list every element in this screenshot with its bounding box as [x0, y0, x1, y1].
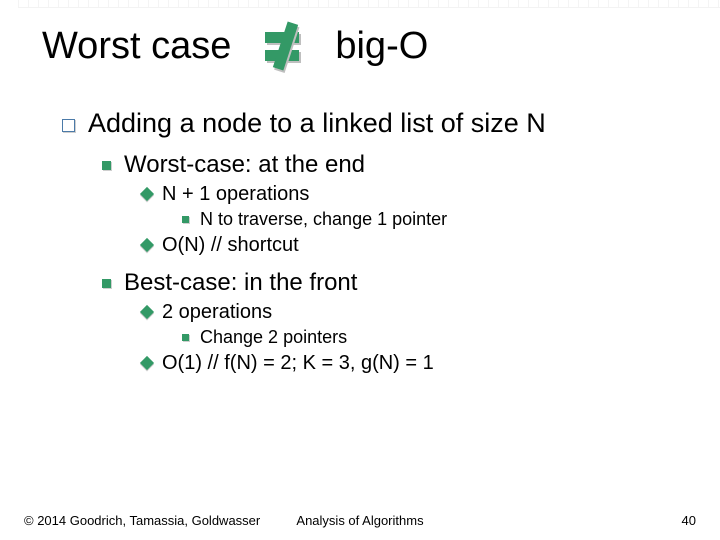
- slide: Worst case big-O Adding a node to a link…: [0, 0, 720, 540]
- bullet-level-3: O(N) // shortcut: [142, 234, 690, 257]
- text: Adding a node to a linked list of size N: [88, 108, 546, 138]
- text: N to traverse, change 1 pointer: [200, 209, 447, 229]
- mini-square-bullet-icon: [182, 216, 189, 223]
- bullet-level-4: N to traverse, change 1 pointer: [182, 209, 690, 230]
- diamond-bullet-icon: [140, 305, 154, 319]
- bullet-level-3: N + 1 operations: [142, 183, 690, 206]
- footer-copyright: © 2014 Goodrich, Tamassia, Goldwasser: [24, 513, 260, 528]
- diamond-bullet-icon: [140, 356, 154, 370]
- diamond-bullet-icon: [140, 187, 154, 201]
- bullet-level-2: Worst-case: at the end: [102, 151, 690, 179]
- text: O(N) // shortcut: [162, 234, 299, 256]
- square-bullet-icon: [102, 161, 111, 170]
- slide-footer: © 2014 Goodrich, Tamassia, Goldwasser An…: [24, 513, 696, 528]
- square-bullet-icon: [102, 279, 111, 288]
- slide-title: Worst case big-O: [42, 24, 428, 68]
- bullet-level-4: Change 2 pointers: [182, 327, 690, 348]
- bullet-level-1: Adding a node to a linked list of size N: [62, 108, 690, 139]
- page-number: 40: [682, 513, 696, 528]
- text: 2 operations: [162, 301, 272, 323]
- title-right: big-O: [335, 25, 428, 68]
- text: N + 1 operations: [162, 183, 309, 205]
- slide-body: Adding a node to a linked list of size N…: [62, 108, 690, 377]
- bullet-level-3: 2 operations: [142, 301, 690, 324]
- ruler-decoration: [18, 0, 720, 8]
- text: Worst-case: at the end: [124, 151, 365, 178]
- bullet-level-3: O(1) // f(N) = 2; K = 3, g(N) = 1: [142, 352, 690, 375]
- diamond-bullet-icon: [140, 238, 154, 252]
- square-outline-bullet-icon: [62, 119, 75, 132]
- title-left: Worst case: [42, 25, 231, 68]
- text: Best-case: in the front: [124, 269, 357, 296]
- bullet-level-2: Best-case: in the front: [102, 269, 690, 297]
- mini-square-bullet-icon: [182, 334, 189, 341]
- text: O(1) // f(N) = 2; K = 3, g(N) = 1: [162, 352, 434, 374]
- text: Change 2 pointers: [200, 327, 347, 347]
- not-equal-icon: [261, 24, 305, 68]
